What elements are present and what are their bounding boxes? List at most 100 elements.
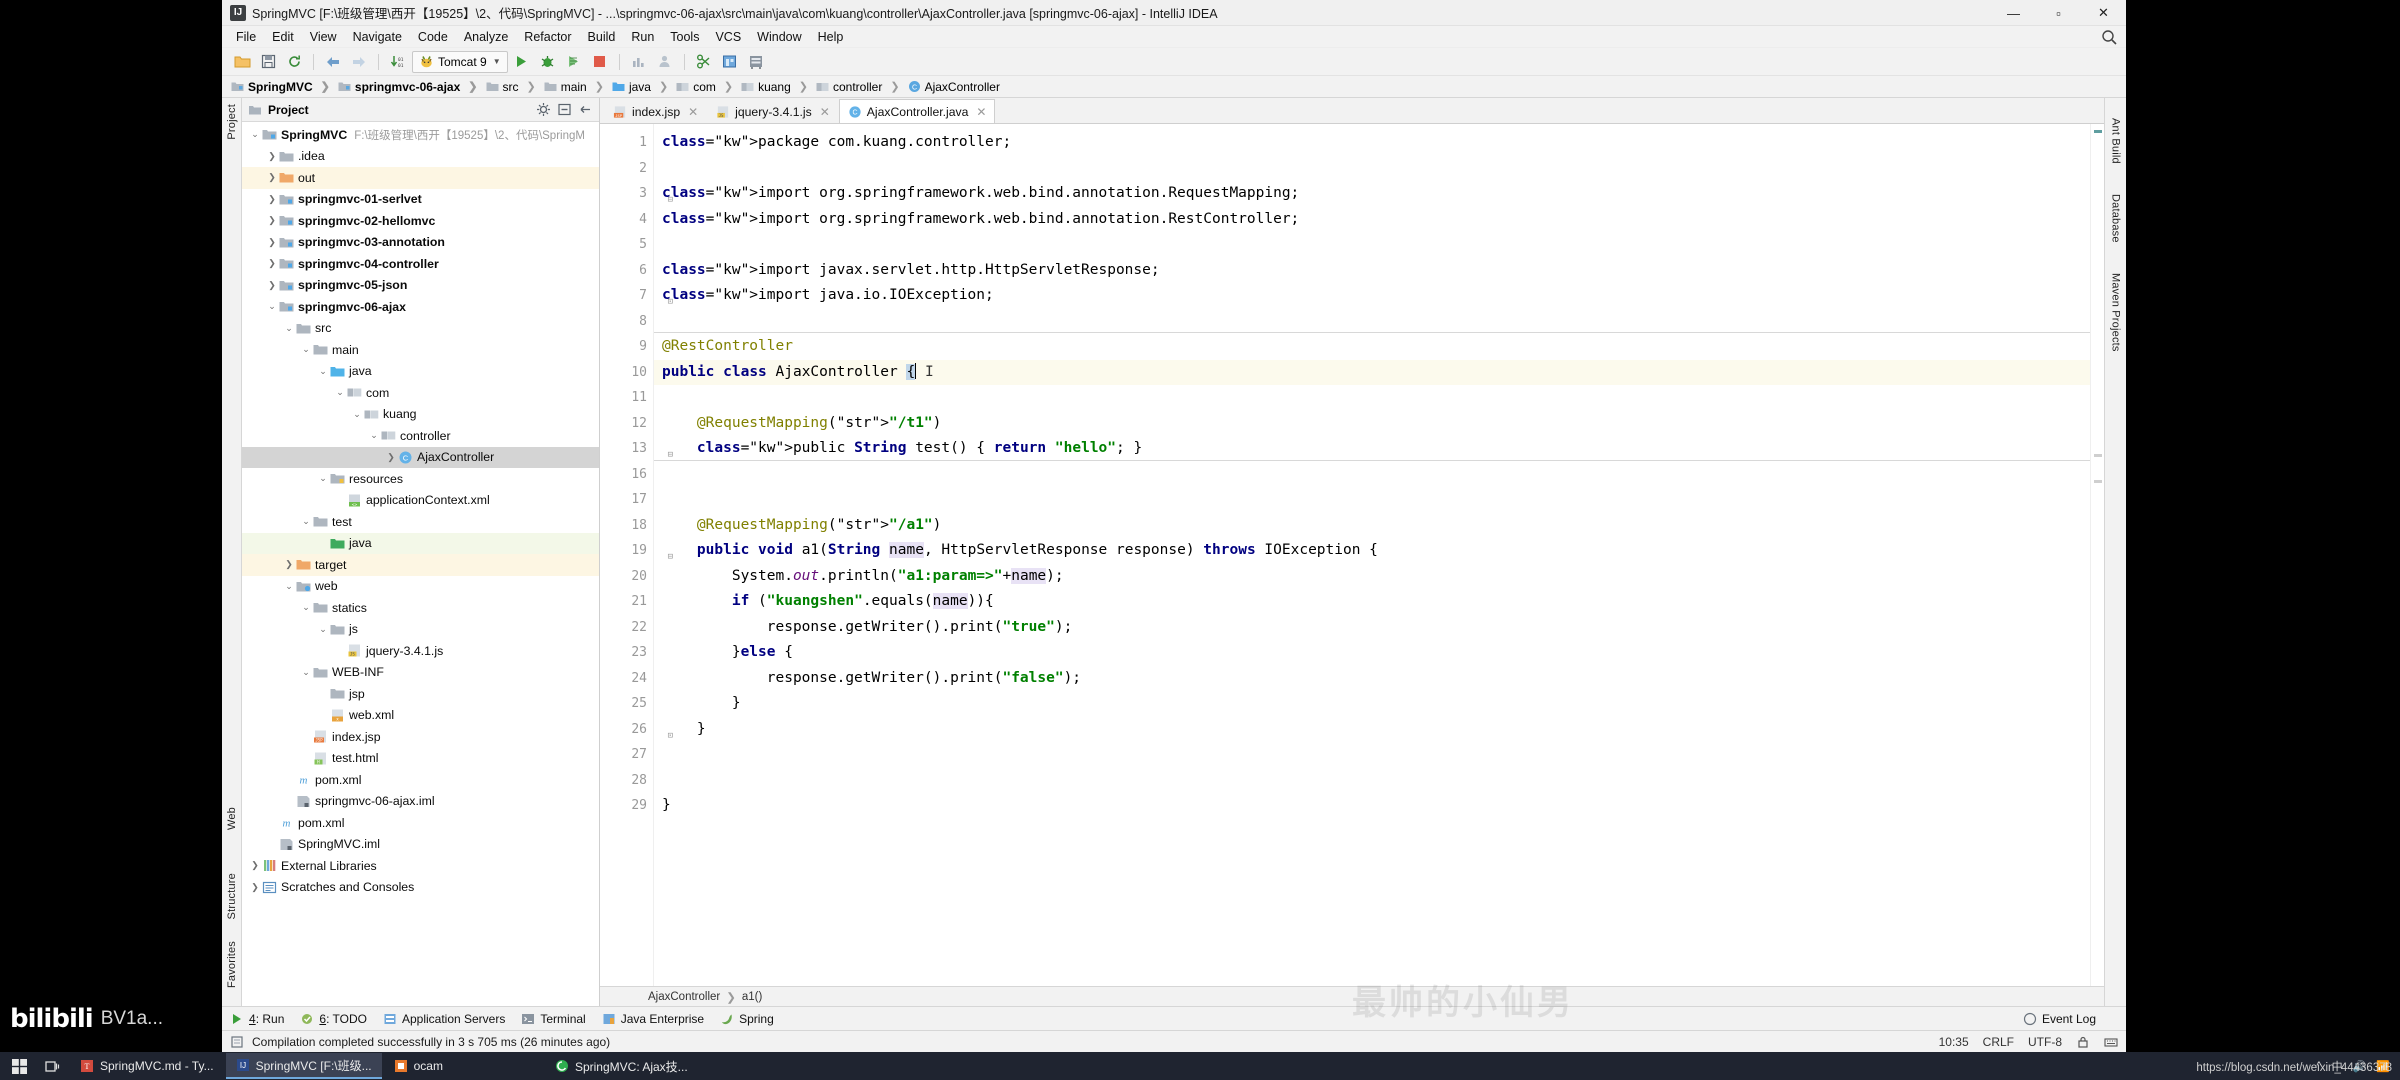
sidebar-item-database[interactable]: Database bbox=[2110, 188, 2122, 249]
gutter-line-number[interactable]: 24 bbox=[600, 666, 653, 692]
keyboard-icon[interactable] bbox=[2104, 1035, 2118, 1049]
chevron-right-icon[interactable]: ❯ bbox=[265, 278, 279, 292]
editor-gutter[interactable]: 1 2 3 ⊟ 4 5 6 7 ⊡ 8 9 10 11 12 13 ⊟ 16 17 18 19 ⊟ 20 21 22 23 24 2… bbox=[600, 124, 673, 986]
chevron-right-icon[interactable]: ❯ bbox=[265, 149, 279, 163]
sidebar-item-project[interactable]: Project bbox=[226, 98, 238, 146]
breadcrumb-main[interactable]: main ❯ bbox=[541, 79, 609, 95]
chevron-down-icon[interactable]: ⌄ bbox=[248, 128, 262, 142]
tree-node-springmvc-iml[interactable]: SpringMVC.iml bbox=[242, 834, 599, 856]
chevron-down-icon[interactable]: ⌄ bbox=[350, 407, 364, 421]
tree-node-springmvc-03-annotation[interactable]: ❯ springmvc-03-annotation bbox=[242, 232, 599, 254]
editor-tab-ajaxcontroller-java[interactable]: C AjaxController.java ✕ bbox=[838, 99, 996, 123]
gutter-line-number[interactable]: 25 bbox=[600, 691, 653, 717]
gutter-line-number[interactable]: 10 bbox=[600, 360, 668, 386]
breadcrumb-kuang[interactable]: kuang ❯ bbox=[738, 79, 813, 95]
tree-node-controller[interactable]: ⌄ controller bbox=[242, 425, 599, 447]
chevron-right-icon[interactable]: ❯ bbox=[265, 171, 279, 185]
code-line[interactable]: } bbox=[654, 793, 2090, 819]
menu-view[interactable]: View bbox=[302, 28, 345, 46]
code-line[interactable]: class="kw">package com.kuang.controller; bbox=[654, 130, 2090, 156]
gutter-line-number[interactable]: 1 bbox=[600, 130, 653, 156]
attach-profiler-button[interactable] bbox=[653, 51, 677, 73]
menu-edit[interactable]: Edit bbox=[264, 28, 302, 46]
gutter-line-number[interactable]: 29 bbox=[600, 793, 653, 819]
tool-window-run[interactable]: 4: Run bbox=[230, 1012, 284, 1026]
tree-node-test-html[interactable]: Htest.html bbox=[242, 748, 599, 770]
gutter-line-number[interactable]: 6 bbox=[600, 258, 653, 284]
taskbar-item-ocam[interactable]: ocam bbox=[384, 1053, 453, 1079]
database-button[interactable] bbox=[744, 51, 768, 73]
code-line[interactable] bbox=[654, 768, 2090, 794]
taskbar-item-intellij[interactable]: IJ SpringMVC [F:\班级... bbox=[225, 1053, 382, 1079]
chevron-right-icon[interactable]: ❯ bbox=[265, 192, 279, 206]
breadcrumb-springmvc-06-ajax[interactable]: springmvc-06-ajax ❯ bbox=[335, 79, 483, 95]
tree-node-target[interactable]: ❯ target bbox=[242, 554, 599, 576]
commit-button[interactable] bbox=[718, 51, 742, 73]
tree-node-test[interactable]: ⌄ test bbox=[242, 511, 599, 533]
tool-window-spring[interactable]: Spring bbox=[720, 1012, 774, 1026]
file-encoding[interactable]: UTF-8 bbox=[2028, 1035, 2062, 1049]
close-icon[interactable]: ✕ bbox=[976, 105, 986, 119]
code-line[interactable]: public class AjaxController { I bbox=[654, 359, 2090, 385]
tree-node-springmvc-04-controller[interactable]: ❯ springmvc-04-controller bbox=[242, 253, 599, 275]
sidebar-item-structure[interactable]: Structure bbox=[226, 867, 238, 925]
tree-node-java[interactable]: ⌄ java bbox=[242, 361, 599, 383]
tree-node-index-jsp[interactable]: JSP index.jsp bbox=[242, 726, 599, 748]
gutter-line-number[interactable]: 20 bbox=[600, 564, 653, 590]
menu-vcs[interactable]: VCS bbox=[707, 28, 749, 46]
line-separator[interactable]: CRLF bbox=[1983, 1035, 2014, 1049]
code-line[interactable]: } bbox=[654, 691, 2090, 717]
gutter-line-number[interactable]: 22 bbox=[600, 615, 653, 641]
sync-refresh-icon[interactable] bbox=[282, 51, 306, 73]
error-stripe-markers[interactable] bbox=[2090, 124, 2104, 986]
chevron-down-icon[interactable]: ⌄ bbox=[316, 472, 330, 486]
code-line[interactable]: class="kw">import org.springframework.we… bbox=[654, 181, 2090, 207]
gutter-line-number[interactable]: 28 bbox=[600, 768, 653, 794]
menu-tools[interactable]: Tools bbox=[662, 28, 707, 46]
run-button[interactable] bbox=[510, 51, 534, 73]
windows-start-icon[interactable] bbox=[4, 1053, 35, 1079]
code-line[interactable]: response.getWriter().print("false"); bbox=[654, 666, 2090, 692]
gutter-line-number[interactable]: 4 bbox=[600, 207, 653, 233]
code-line[interactable] bbox=[654, 462, 2090, 488]
menu-code[interactable]: Code bbox=[410, 28, 456, 46]
tree-node-external-libraries[interactable]: ❯ External Libraries bbox=[242, 855, 599, 877]
tree-node-web[interactable]: ⌄ web bbox=[242, 576, 599, 598]
tree-node-statics[interactable]: ⌄ statics bbox=[242, 597, 599, 619]
sidebar-item-maven-projects[interactable]: Maven Projects bbox=[2110, 267, 2122, 358]
gear-icon[interactable] bbox=[536, 102, 551, 117]
breadcrumb-springmvc[interactable]: SpringMVC ❯ bbox=[228, 79, 335, 95]
code-line[interactable] bbox=[654, 487, 2090, 513]
code-line[interactable]: response.getWriter().print("true"); bbox=[654, 615, 2090, 641]
editor-footer-method[interactable]: a1() bbox=[742, 991, 762, 1003]
close-icon[interactable]: ✕ bbox=[820, 105, 830, 119]
chevron-down-icon[interactable]: ⌄ bbox=[299, 343, 313, 357]
code-text-area[interactable]: class="kw">package com.kuang.controller;… bbox=[654, 124, 2090, 986]
code-line[interactable]: if ("kuangshen".equals(name)){ bbox=[654, 589, 2090, 615]
chevron-right-icon[interactable]: ❯ bbox=[282, 558, 296, 572]
gutter-line-number[interactable]: 7 ⊡ bbox=[600, 283, 673, 309]
code-line[interactable] bbox=[654, 385, 2090, 411]
editor-tab-index-jsp[interactable]: JSP index.jsp ✕ bbox=[604, 99, 707, 123]
update-project-icon[interactable]: 01 01 bbox=[386, 51, 410, 73]
run-with-coverage-button[interactable] bbox=[562, 51, 586, 73]
code-line[interactable]: @RequestMapping("str">"/t1") bbox=[654, 411, 2090, 437]
collapse-all-icon[interactable] bbox=[557, 102, 572, 117]
gutter-line-number[interactable]: 9 bbox=[600, 334, 653, 360]
chevron-right-icon[interactable]: ❯ bbox=[248, 880, 262, 894]
code-line[interactable]: } bbox=[654, 717, 2090, 743]
gutter-line-number[interactable]: 23 bbox=[600, 640, 653, 666]
gutter-line-number[interactable]: 2 bbox=[600, 156, 653, 182]
menu-build[interactable]: Build bbox=[580, 28, 624, 46]
run-configuration-selector[interactable]: Tomcat 9 ▼ bbox=[412, 50, 508, 73]
gutter-line-number[interactable]: 16 bbox=[600, 462, 653, 488]
tree-node-kuang[interactable]: ⌄ kuang bbox=[242, 404, 599, 426]
debug-button[interactable] bbox=[536, 51, 560, 73]
code-line[interactable]: class="kw">public String test() { return… bbox=[654, 436, 2090, 462]
tree-node-web-xml[interactable]: x web.xml bbox=[242, 705, 599, 727]
chevron-down-icon[interactable]: ⌄ bbox=[333, 386, 347, 400]
gutter-line-number[interactable]: 21 bbox=[600, 589, 653, 615]
tool-window-todo[interactable]: 6: TODO bbox=[300, 1012, 367, 1026]
vcs-update-button[interactable] bbox=[692, 51, 716, 73]
tool-window-java-enterprise[interactable]: Java Enterprise bbox=[602, 1012, 704, 1026]
